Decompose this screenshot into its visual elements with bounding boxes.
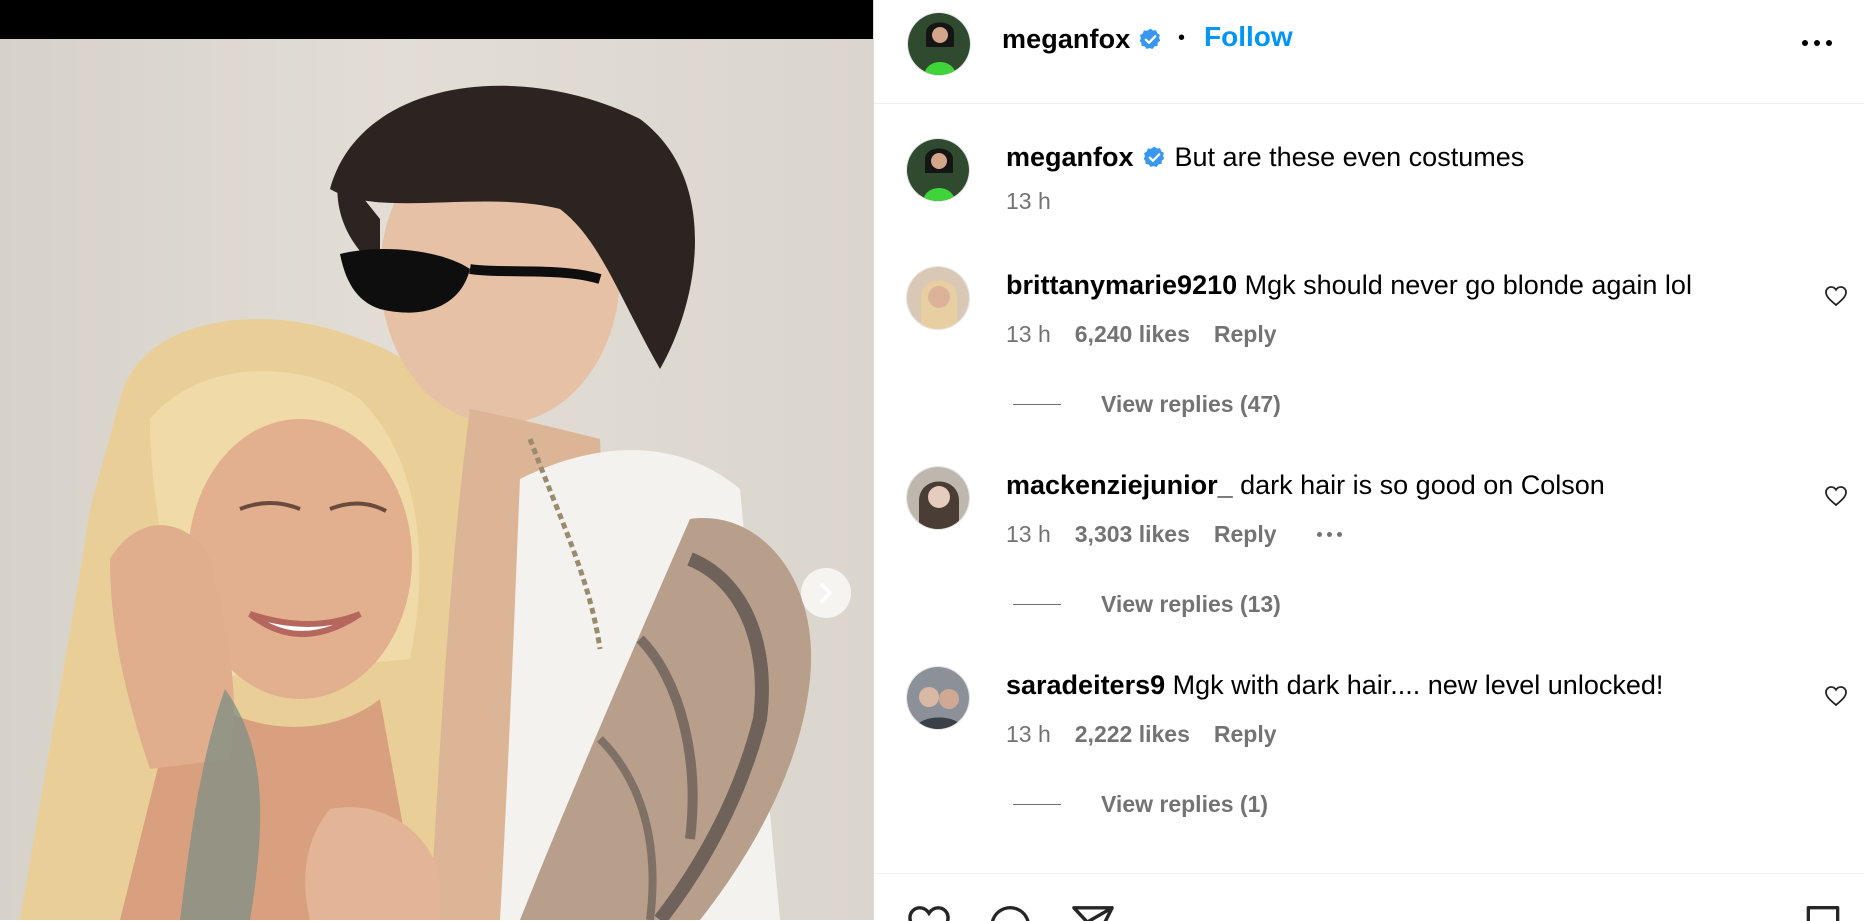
reply-button[interactable]: Reply: [1214, 721, 1277, 747]
post-photo: [0, 39, 873, 920]
caption-avatar[interactable]: [906, 138, 970, 202]
replies-divider-line: [1013, 804, 1061, 805]
replies-divider-line: [1013, 604, 1061, 605]
comment-avatar[interactable]: [906, 666, 970, 730]
caption-text: But are these even costumes: [1174, 142, 1525, 172]
comment-username[interactable]: saradeiters9: [1006, 670, 1165, 700]
replies-divider-line: [1013, 404, 1061, 405]
view-replies-button[interactable]: View replies (1): [1013, 791, 1268, 818]
view-replies-button[interactable]: View replies (13): [1013, 591, 1281, 618]
post-media: [0, 0, 873, 920]
post-action-bar: [874, 873, 1864, 921]
post-side-panel: [873, 0, 1864, 920]
chevron-right-icon: [820, 583, 832, 603]
caption-line: meganfox But are these even costumes: [1006, 140, 1524, 174]
avatar-image: [907, 667, 969, 729]
comment-time: 13 h: [1006, 721, 1051, 747]
more-dot: [1336, 532, 1342, 537]
photo-illustration: [20, 85, 812, 920]
comment-line: brittanymarie9210 Mgk should never go bl…: [1006, 268, 1692, 302]
comment-likes[interactable]: 3,303 likes: [1075, 521, 1190, 548]
more-dot: [1826, 40, 1832, 46]
comment-likes[interactable]: 6,240 likes: [1075, 321, 1190, 347]
comment-time: 13 h: [1006, 521, 1051, 547]
view-replies-label: View replies (13): [1101, 591, 1281, 617]
reply-button[interactable]: Reply: [1214, 521, 1277, 548]
view-replies-label: View replies (1): [1101, 791, 1269, 817]
comment-text: dark hair is so good on Colson: [1240, 470, 1605, 500]
separator-dot: •: [1178, 27, 1186, 49]
comment-username[interactable]: mackenziejunior_: [1006, 470, 1233, 500]
comment-avatar[interactable]: [906, 466, 970, 530]
comment-meta: 13 h 3,303 likes Reply: [1006, 521, 1342, 548]
follow-button[interactable]: Follow: [1204, 21, 1293, 53]
comment-text: Mgk with dark hair.... new level unlocke…: [1172, 670, 1664, 700]
reply-button[interactable]: Reply: [1214, 321, 1277, 347]
view-replies-button[interactable]: View replies (47): [1013, 391, 1281, 418]
comment-line: mackenziejunior_ dark hair is so good on…: [1006, 468, 1605, 502]
comment-meta: 13 h 6,240 likes Reply: [1006, 321, 1277, 348]
avatar-image: [907, 139, 969, 201]
more-dot: [1802, 40, 1808, 46]
bookmark-icon[interactable]: [1804, 904, 1842, 921]
comment-text: Mgk should never go blonde again lol: [1244, 270, 1692, 300]
verified-badge-icon: [1143, 146, 1164, 167]
post-author-username-text: meganfox: [1002, 24, 1131, 54]
more-dot: [1814, 40, 1820, 46]
more-dot: [1316, 532, 1322, 537]
post-author-username[interactable]: meganfox: [1002, 24, 1163, 55]
comment-time: 13 h: [1006, 321, 1051, 347]
heart-icon[interactable]: [906, 904, 952, 921]
avatar-image: [907, 267, 969, 329]
caption-time: 13 h: [1006, 188, 1051, 214]
more-dot: [1326, 532, 1332, 537]
comment-likes[interactable]: 2,222 likes: [1075, 721, 1190, 747]
share-icon[interactable]: [1070, 904, 1116, 921]
comment-avatar[interactable]: [906, 266, 970, 330]
caption-username[interactable]: meganfox: [1006, 142, 1134, 172]
heart-icon[interactable]: [1824, 284, 1848, 308]
view-replies-label: View replies (47): [1101, 391, 1281, 417]
avatar-image: [908, 13, 970, 75]
avatar[interactable]: [907, 12, 971, 76]
comment-meta: 13 h 2,222 likes Reply: [1006, 721, 1277, 748]
comment-options-button[interactable]: [1316, 532, 1342, 537]
heart-icon[interactable]: [1824, 484, 1848, 508]
comment-line: saradeiters9 Mgk with dark hair.... new …: [1006, 668, 1663, 702]
more-options-button[interactable]: [1797, 28, 1837, 58]
next-slide-button[interactable]: [801, 568, 851, 618]
comment-icon[interactable]: [988, 904, 1032, 921]
verified-badge-icon: [1140, 28, 1161, 49]
comment-username[interactable]: brittanymarie9210: [1006, 270, 1237, 300]
avatar-image: [907, 467, 969, 529]
heart-icon[interactable]: [1824, 684, 1848, 708]
